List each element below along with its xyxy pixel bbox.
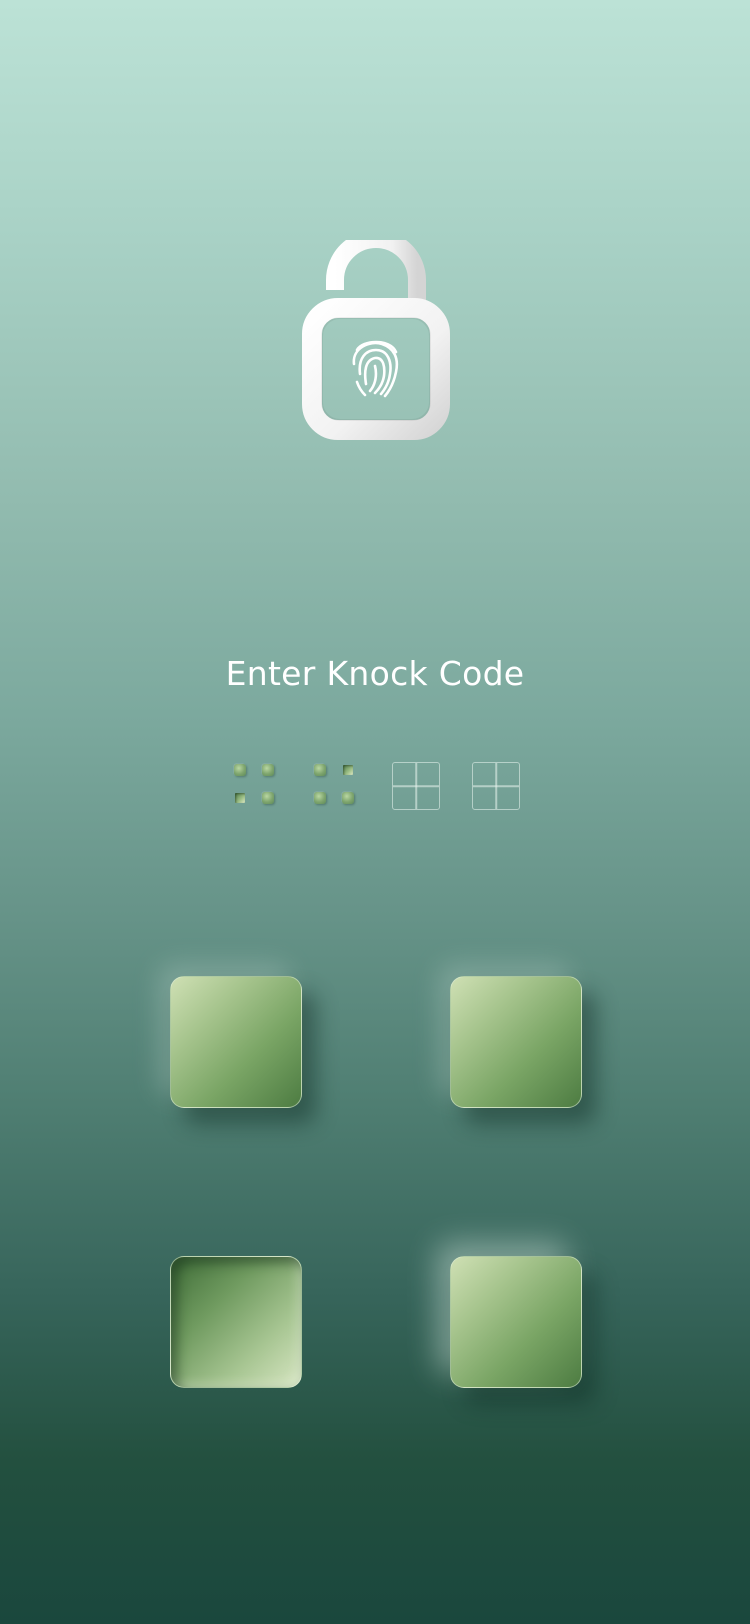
knock-pad-bottom-right[interactable] — [450, 1256, 582, 1388]
indicator-dot — [314, 792, 326, 804]
code-digit-1-entered — [232, 762, 280, 810]
knock-code-progress — [232, 762, 522, 810]
indicator-dot — [234, 764, 246, 776]
indicator-dot-pressed — [235, 793, 245, 803]
knock-pad-bottom-left[interactable] — [170, 1256, 302, 1388]
code-digit-3-empty — [392, 762, 440, 810]
page-title: Enter Knock Code — [225, 654, 525, 693]
indicator-dot-pressed — [343, 765, 353, 775]
indicator-dot — [262, 764, 274, 776]
knock-pad-top-right[interactable] — [450, 976, 582, 1108]
indicator-dot — [342, 792, 354, 804]
knock-pad-top-left[interactable] — [170, 976, 302, 1108]
indicator-dot — [314, 764, 326, 776]
unlocked-padlock-fingerprint-icon — [302, 240, 450, 444]
code-digit-2-entered — [312, 762, 360, 810]
indicator-dot — [262, 792, 274, 804]
code-digit-4-empty — [472, 762, 520, 810]
